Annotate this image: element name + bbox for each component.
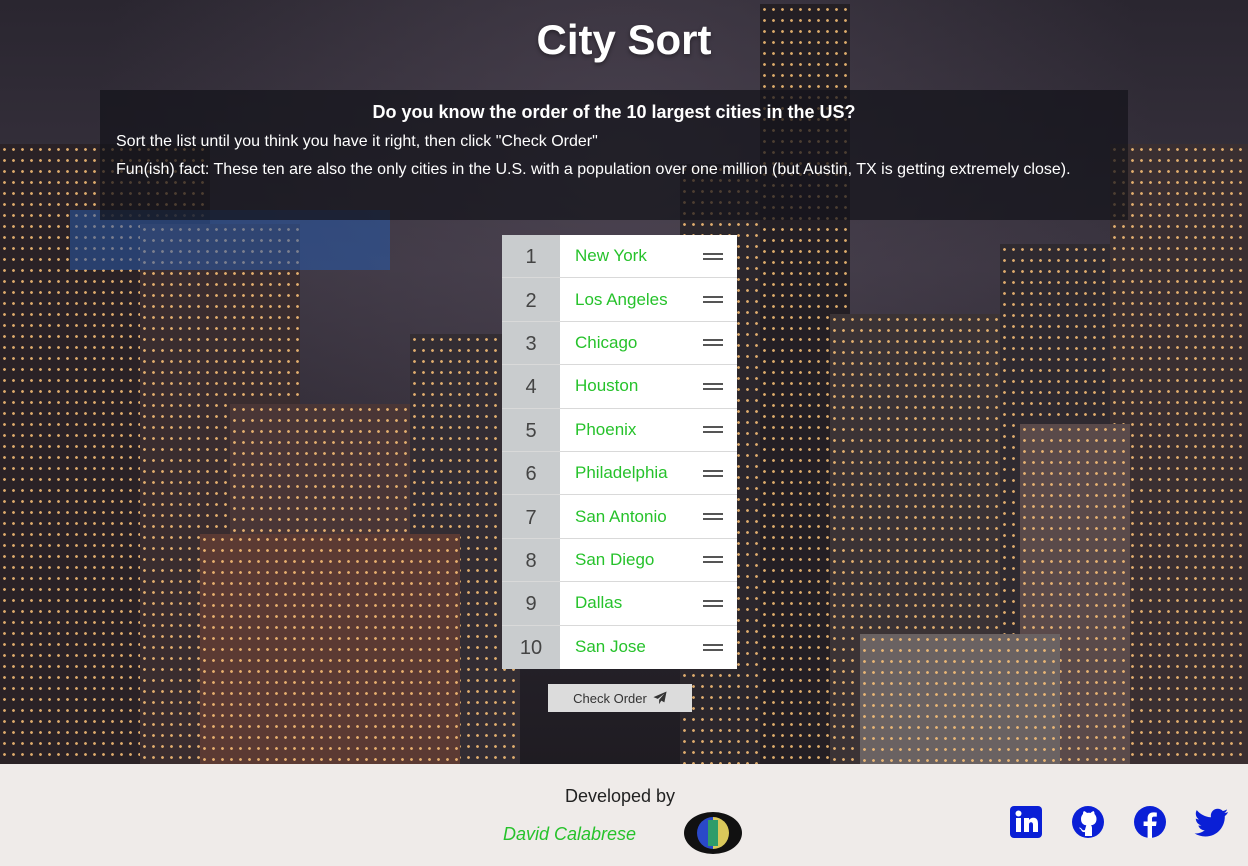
city-card[interactable]: Los Angeles (560, 278, 737, 321)
rank-number: 9 (502, 582, 560, 625)
intro-fact: Fun(ish) fact: These ten are also the on… (116, 161, 1071, 178)
paper-plane-icon (653, 691, 667, 705)
developer-logo-icon (684, 812, 742, 854)
facebook-icon[interactable] (1130, 804, 1172, 840)
rank-number: 3 (502, 321, 560, 365)
linkedin-icon[interactable] (1006, 804, 1048, 840)
city-card[interactable]: San Diego (560, 538, 737, 582)
rank-number: 7 (502, 495, 560, 538)
social-links (1006, 804, 1234, 840)
city-name: Philadelphia (575, 463, 668, 483)
city-name: Dallas (575, 593, 623, 613)
city-card[interactable]: San Antonio (560, 495, 737, 538)
city-name: San Diego (575, 549, 655, 569)
list-item[interactable]: 3 Chicago (502, 321, 737, 366)
city-name: San Antonio (575, 506, 667, 526)
drag-handle-icon[interactable] (703, 599, 723, 607)
city-card[interactable]: Dallas (560, 582, 737, 625)
intro-instruction: Sort the list until you think you have i… (116, 133, 598, 150)
list-item[interactable]: 9 Dallas (502, 582, 737, 626)
rank-number: 10 (502, 625, 560, 669)
footer: Developed by David Calabrese (0, 764, 1248, 866)
city-card[interactable]: Houston (560, 365, 737, 408)
check-order-label: Check Order (573, 690, 647, 706)
city-card[interactable]: Philadelphia (560, 451, 737, 495)
drag-handle-icon[interactable] (703, 339, 723, 347)
city-name: Los Angeles (575, 289, 668, 309)
city-name: Chicago (575, 332, 638, 352)
drag-handle-icon[interactable] (703, 556, 723, 564)
check-order-button[interactable]: Check Order (548, 684, 692, 712)
drag-handle-icon[interactable] (703, 382, 723, 390)
github-icon[interactable] (1068, 804, 1110, 840)
drag-handle-icon[interactable] (703, 296, 723, 304)
city-name: New York (575, 246, 647, 266)
rank-number: 2 (502, 278, 560, 321)
list-item[interactable]: 10 San Jose (502, 625, 737, 669)
rank-number: 1 (502, 235, 560, 278)
twitter-icon[interactable] (1192, 804, 1234, 840)
drag-handle-icon[interactable] (703, 643, 723, 651)
list-item[interactable]: 7 San Antonio (502, 495, 737, 539)
city-name: Houston (575, 376, 639, 396)
list-item[interactable]: 2 Los Angeles (502, 278, 737, 322)
intro-panel: Do you know the order of the 10 largest … (100, 90, 1128, 220)
developer-name-link[interactable]: David Calabrese (503, 824, 636, 845)
page-title: City Sort (536, 16, 712, 63)
rank-number: 4 (502, 365, 560, 408)
drag-handle-icon[interactable] (703, 252, 723, 260)
city-card[interactable]: New York (560, 235, 737, 278)
list-item[interactable]: 8 San Diego (502, 538, 737, 583)
intro-question: Do you know the order of the 10 largest … (372, 102, 856, 122)
city-card[interactable]: San Jose (560, 625, 737, 669)
city-card[interactable]: Phoenix (560, 408, 737, 451)
list-item[interactable]: 6 Philadelphia (502, 451, 737, 496)
list-item[interactable]: 1 New York (502, 235, 737, 279)
drag-handle-icon[interactable] (703, 426, 723, 434)
drag-handle-icon[interactable] (703, 513, 723, 521)
list-item[interactable]: 5 Phoenix (502, 408, 737, 452)
rank-number: 8 (502, 538, 560, 582)
city-sort-list: 1 New York 2 Los Angeles 3 Chicago 4 Hou… (502, 235, 737, 669)
city-card[interactable]: Chicago (560, 321, 737, 365)
rank-number: 6 (502, 451, 560, 495)
city-name: Phoenix (575, 419, 637, 439)
rank-number: 5 (502, 408, 560, 451)
drag-handle-icon[interactable] (703, 469, 723, 477)
list-item[interactable]: 4 Houston (502, 365, 737, 409)
city-name: San Jose (575, 637, 646, 657)
